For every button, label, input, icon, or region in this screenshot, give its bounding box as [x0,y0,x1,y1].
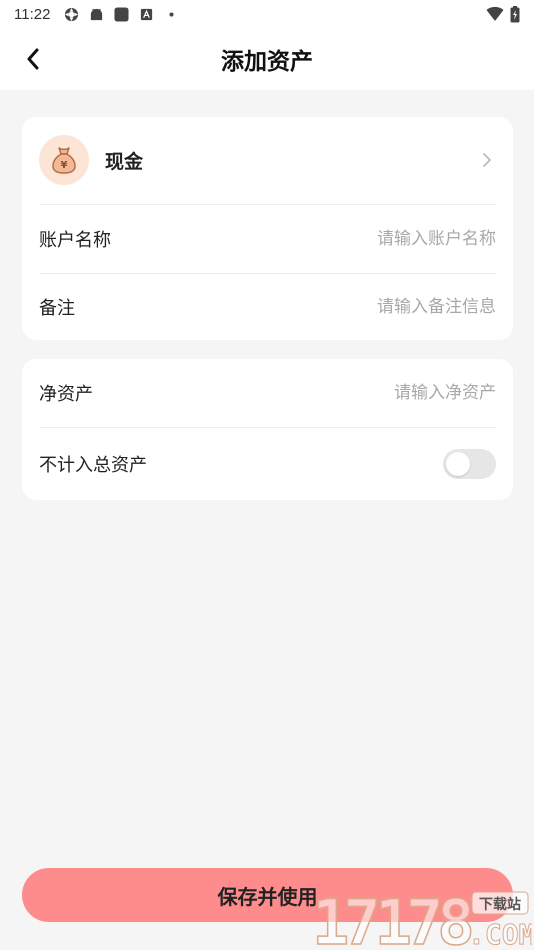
chevron-right-icon [483,153,491,167]
exclude-total-label: 不计入总资产 [39,455,147,476]
exclude-total-row: 不计入总资产 [39,428,496,500]
account-name-label: 账户名称 [39,230,111,251]
toggle-knob [446,452,470,476]
net-asset-label: 净资产 [39,384,93,405]
battery-icon [510,5,520,22]
asset-type-selector[interactable]: ¥ 现金 [39,133,496,187]
status-bar: 11:22 [0,0,534,28]
asset-info-card: ¥ 现金 账户名称 备注 [22,117,513,340]
keyboard-a-icon [141,8,153,20]
account-name-input[interactable] [236,229,496,249]
app-square-icon [114,6,129,22]
asset-icon-circle: ¥ [39,135,89,185]
account-name-row: 账户名称 [39,205,496,273]
status-notification-icons [64,6,179,22]
wifi-icon [486,6,504,21]
status-time: 11:22 [14,5,51,23]
exclude-total-toggle[interactable] [443,449,496,479]
android-icon [91,8,103,20]
svg-text:.COM: .COM [468,918,532,948]
dot-icon [169,11,174,17]
save-and-use-button[interactable]: 保存并使用 [22,868,513,922]
asset-type-name: 现金 [105,150,144,173]
net-asset-input[interactable] [236,383,496,403]
note-label: 备注 [39,298,75,319]
svg-text:¥: ¥ [61,160,68,171]
back-button[interactable] [18,44,48,74]
net-asset-row: 净资产 [39,359,496,427]
page-title: 添加资产 [221,49,313,75]
note-input[interactable] [236,297,496,317]
asset-value-card: 净资产 不计入总资产 [22,359,513,500]
chevron-left-icon [27,48,39,70]
money-bag-icon: ¥ [52,147,76,174]
page-header: 添加资产 [0,28,534,90]
note-row: 备注 [39,274,496,340]
status-system-icons [486,5,520,23]
sync-icon [65,7,79,21]
